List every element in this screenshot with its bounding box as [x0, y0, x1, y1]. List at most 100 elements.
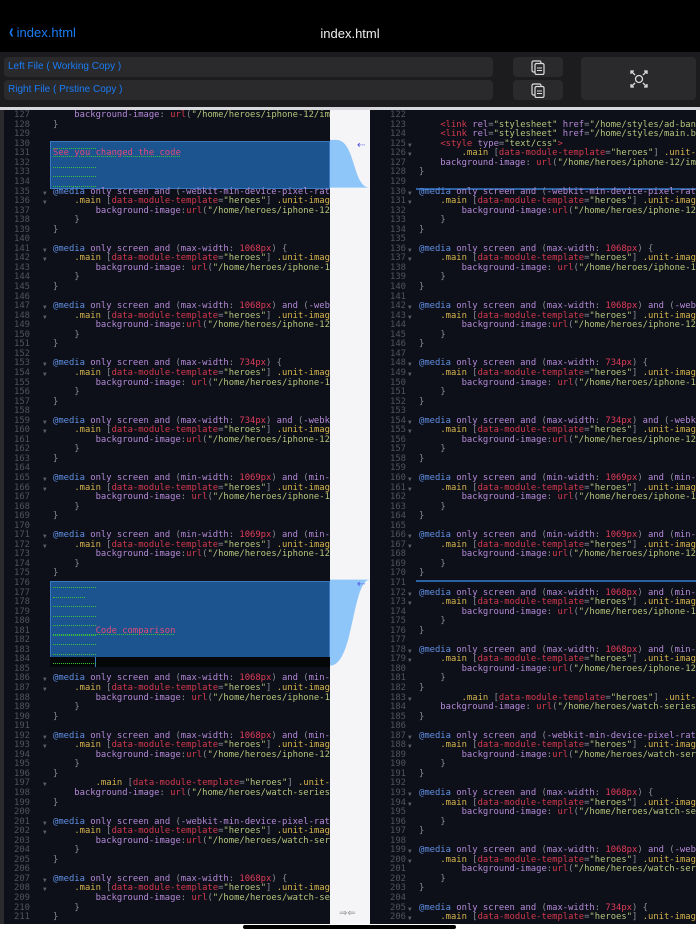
code-text: } — [419, 883, 425, 894]
code-text: } — [419, 511, 425, 522]
code-text: } — [53, 854, 59, 865]
code-line[interactable]: 177 — [4, 588, 330, 599]
home-indicator[interactable] — [243, 925, 456, 929]
left-file-field[interactable]: Left File ( Working Copy ) — [4, 57, 493, 77]
copy-right-button[interactable] — [513, 80, 563, 100]
code-text: } — [419, 167, 425, 178]
revert-arrow-icon[interactable]: ⇠ — [357, 579, 365, 590]
code-line[interactable]: 206 ▼ .main [data-module-template="heroes… — [370, 912, 696, 924]
copy-left-button[interactable] — [513, 57, 563, 77]
code-line[interactable]: 178 — [4, 598, 330, 608]
code-line[interactable]: 129 — [4, 130, 330, 140]
navigation-bar: ‹ index.html index.html — [0, 0, 700, 52]
diff-connector-strip: ⇠ ⇠ ⇒⇐ — [330, 110, 370, 924]
code-text: } — [53, 119, 59, 130]
code-text: background-image:url("/home/heroes/watch… — [419, 864, 696, 875]
code-line[interactable]: 179 — [4, 607, 330, 618]
code-line[interactable]: 140} — [370, 282, 696, 293]
code-text: background-image: url("/home/heroes/ipho… — [419, 377, 696, 388]
diff-connectors — [330, 139, 370, 666]
code-line[interactable]: 146} — [370, 340, 696, 350]
focus-diff-button[interactable] — [581, 57, 696, 100]
code-text: background-image:url("/home/heroes/iphon… — [419, 434, 696, 445]
code-line[interactable]: 197} — [370, 826, 696, 837]
code-line[interactable]: 185} — [370, 712, 696, 723]
code-line[interactable]: 176} — [370, 625, 696, 637]
code-text: } — [419, 826, 425, 837]
code-text: } — [419, 396, 425, 407]
code-line[interactable]: 183 — [4, 645, 330, 656]
code-text: } — [53, 224, 59, 235]
code-text: } — [53, 396, 59, 407]
code-line[interactable]: 175} — [4, 569, 330, 579]
code-text: } — [53, 339, 59, 350]
revert-arrow-icon[interactable]: ⇠ — [357, 140, 365, 151]
code-line[interactable]: 190} — [4, 711, 330, 723]
right-file-field[interactable]: Right File ( Prstine Copy ) — [4, 80, 493, 100]
code-line[interactable]: 131 See you changed the code — [4, 149, 330, 159]
code-line[interactable]: 170} — [370, 569, 696, 579]
code-text: See you changed the code — [53, 148, 181, 159]
code-text: background-image:url("/home/heroes/iphon… — [53, 749, 330, 760]
code-text: } — [53, 797, 59, 808]
code-text: } — [53, 711, 59, 722]
code-line[interactable]: 139} — [4, 224, 330, 236]
code-line[interactable]: 133 — [4, 168, 330, 178]
code-text: background-image:url("/home/heroes/iphon… — [53, 320, 330, 331]
code-line[interactable]: 152} — [370, 396, 696, 408]
left-code-lines: 127 background-image: url("/home/heroes/… — [4, 110, 330, 923]
code-line[interactable]: 169} — [4, 511, 330, 522]
code-line[interactable]: 164} — [370, 511, 696, 522]
code-text: background-image:url("/home/heroes/iphon… — [419, 320, 696, 331]
copy-icon — [531, 59, 545, 75]
code-text: background-image: url("/home/heroes/watc… — [419, 807, 696, 818]
line-number: 206 — [390, 912, 406, 923]
line-number: 211 — [14, 912, 30, 923]
code-line[interactable]: 176 — [4, 578, 330, 589]
code-line[interactable]: 157} — [4, 396, 330, 408]
code-line[interactable]: 191} — [370, 768, 696, 780]
code-text: } — [419, 625, 425, 636]
code-line[interactable]: 181 Code comparison — [4, 626, 330, 637]
code-line[interactable]: 128} — [4, 119, 330, 131]
code-line[interactable]: 203} — [370, 884, 696, 894]
code-text: background-image: url("/home/heroes/ipho… — [419, 492, 696, 503]
code-line[interactable]: 158} — [370, 453, 696, 465]
code-line[interactable]: 211} — [4, 912, 330, 923]
code-text: background-image: url("/home/heroes/watc… — [419, 702, 696, 713]
fold-arrow-icon[interactable]: ▼ — [408, 914, 412, 924]
code-line[interactable]: 182 — [4, 636, 330, 646]
code-line[interactable]: 132 — [4, 158, 330, 169]
file-toolbar: Left File ( Working Copy ) Right File ( … — [0, 52, 700, 108]
code-text: background-image:url("/home/heroes/iphon… — [419, 663, 696, 674]
code-text: } — [53, 912, 59, 923]
code-line[interactable]: 151} — [4, 340, 330, 350]
code-line[interactable]: 199} — [4, 797, 330, 809]
code-line[interactable]: 163} — [4, 453, 330, 465]
code-line[interactable]: 145} — [4, 282, 330, 293]
code-text: background-image: url("/home/heroes/ipho… — [419, 262, 696, 273]
left-code-panel[interactable]: 127 background-image: url("/home/heroes/… — [4, 110, 330, 924]
code-text: } — [53, 511, 59, 522]
code-text: background-image: url("/home/heroes/ipho… — [53, 377, 330, 388]
code-line[interactable]: 184 — [4, 655, 330, 665]
code-text: background-image: url("/home/heroes/ipho… — [53, 110, 330, 121]
code-text: } — [419, 224, 425, 235]
swap-sides-icon[interactable]: ⇒⇐ — [339, 908, 356, 919]
code-line[interactable]: 134} — [370, 224, 696, 236]
code-text: background-image:url("/home/heroes/iphon… — [53, 434, 330, 445]
code-text: background-image: url("/home/heroes/watc… — [53, 893, 330, 904]
code-text: background-image: url("/home/heroes/ipho… — [419, 157, 696, 168]
code-text: background-image: url("/home/heroes/ipho… — [419, 606, 696, 617]
code-text: } — [419, 568, 425, 579]
code-text: } — [53, 453, 59, 464]
code-text: } — [419, 768, 425, 779]
right-code-panel[interactable]: 122 123 <link rel="stylesheet" href="/hom… — [370, 110, 696, 924]
code-text: background-image: url("/home/heroes/ipho… — [53, 492, 330, 503]
code-text: background-image: url("/home/heroes/ipho… — [53, 692, 330, 703]
code-text: background-image: url("/home/heroes/watc… — [53, 788, 330, 799]
code-line[interactable]: 205} — [4, 854, 330, 866]
code-text: } — [419, 453, 425, 464]
code-line[interactable]: 128} — [370, 168, 696, 178]
right-code-lines: 122 123 <link rel="stylesheet" href="/hom… — [370, 111, 696, 922]
